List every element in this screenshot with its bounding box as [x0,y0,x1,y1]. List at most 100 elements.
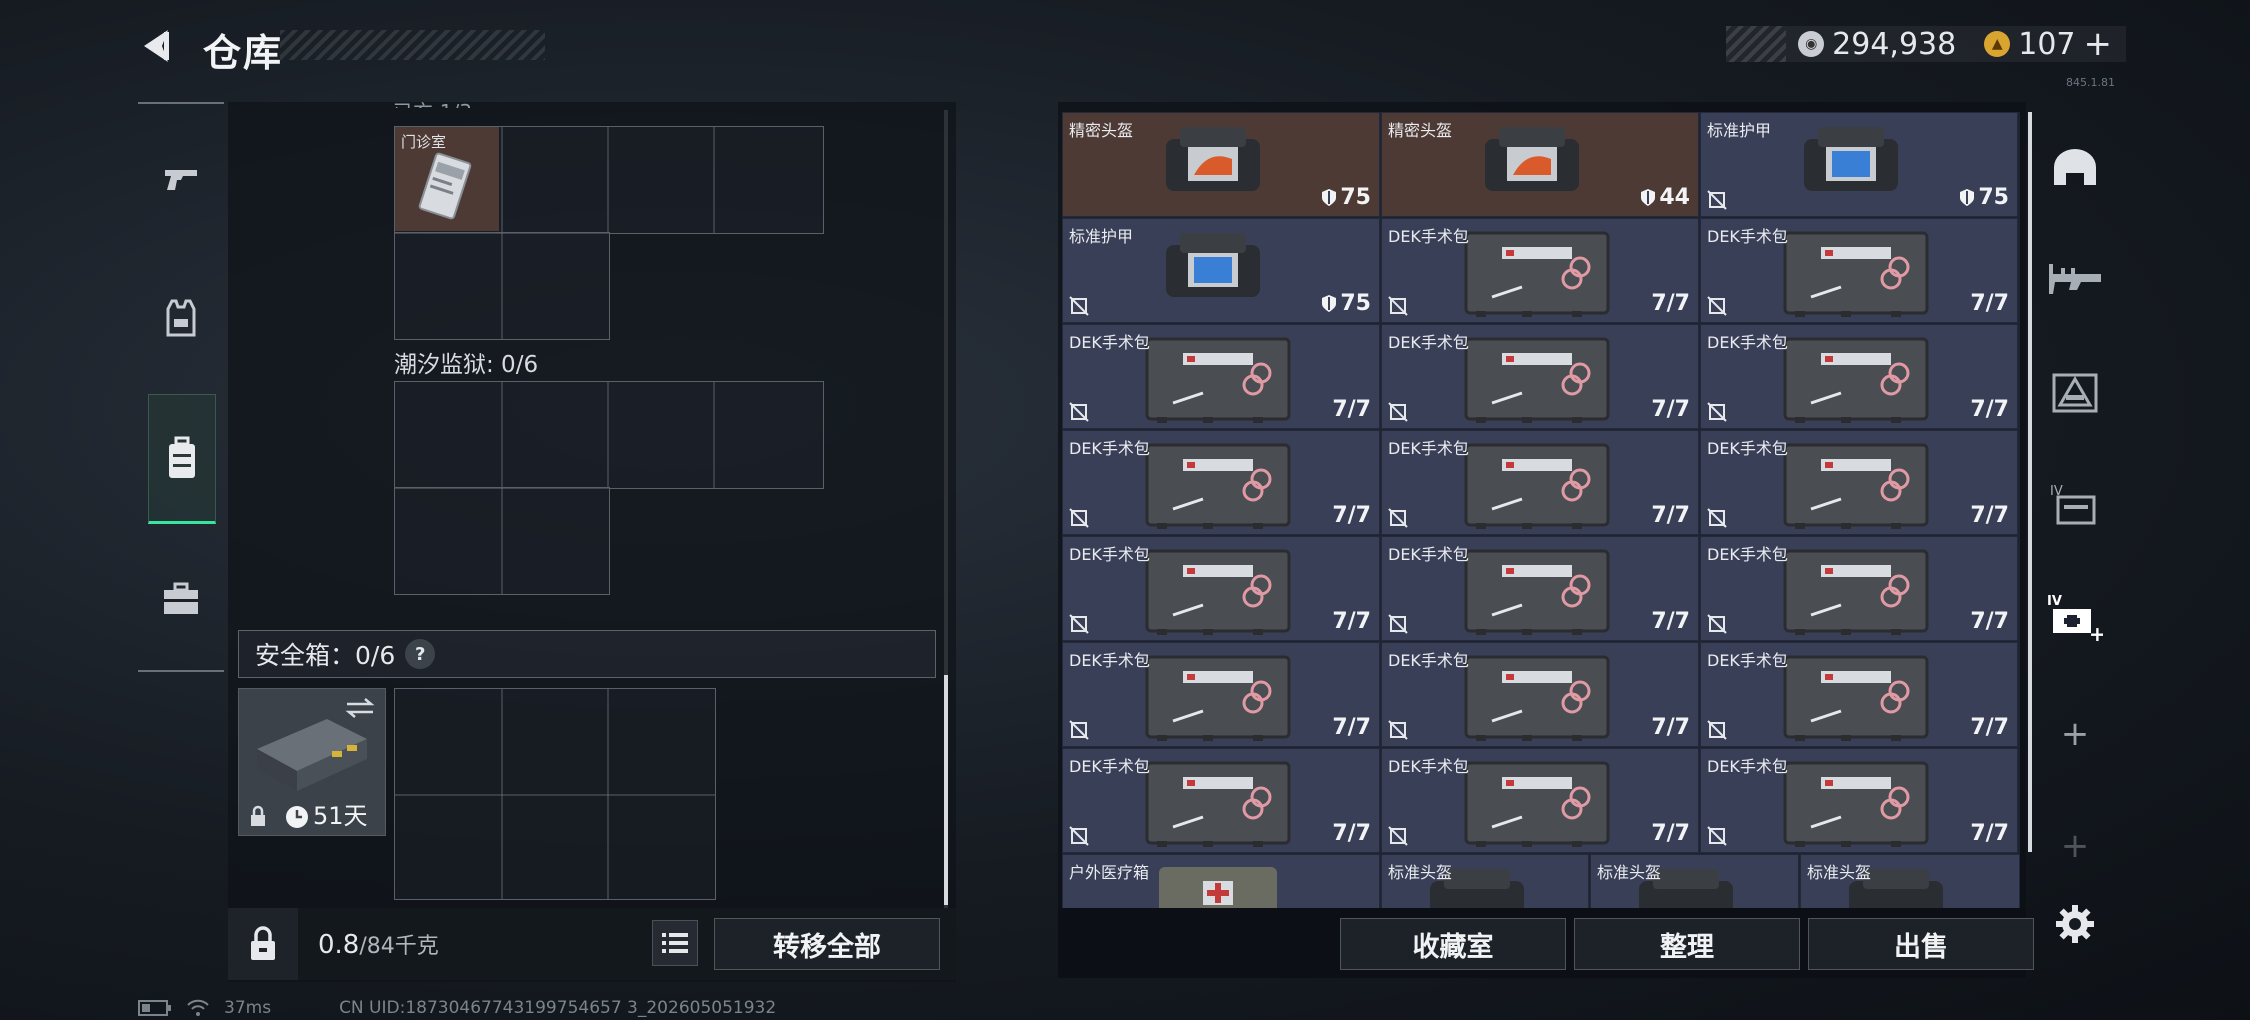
sort-button[interactable]: 整理 [1574,918,1800,970]
lock-button[interactable] [228,908,298,980]
inventory-item-kit[interactable]: DEK手术包 7/7 [1062,642,1380,747]
item-name: DEK手术包 [1388,545,1469,564]
no-trade-icon [1707,508,1727,528]
inventory-item-kit[interactable]: DEK手术包 7/7 [1381,642,1699,747]
item-count: 7/7 [1332,397,1371,422]
item-count: 75 [1978,185,2009,210]
left-scrollbar-thumb[interactable] [944,675,948,905]
item-name: 标准头盔 [1388,863,1453,882]
item-name: DEK手术包 [1069,651,1150,670]
grid-1-bottom[interactable] [394,232,610,340]
inventory-item-kit[interactable]: DEK手术包 7/7 [1700,430,2018,535]
item-count: 44 [1659,185,1690,210]
nav-toolbox[interactable] [138,534,224,664]
safe-help-button[interactable]: ? [405,639,436,669]
warehouse-scrollbar[interactable] [2028,112,2032,852]
item-count: 7/7 [1332,503,1371,528]
filter-armor[interactable] [2040,342,2110,442]
inventory-item-armor[interactable]: 标准护甲 75 [1700,112,2018,217]
item-count: 7/7 [1970,503,2009,528]
kit-icon [1781,227,1931,322]
inventory-item-kit[interactable]: DEK手术包 7/7 [1700,324,2018,429]
medkit-slot-icon: IV + [2047,594,2103,641]
nav-backpack[interactable] [148,394,216,524]
item-name: 精密头盔 [1388,121,1453,140]
armor-icon [1158,225,1268,309]
weight-display: 0.8/84千克 [318,928,439,960]
inventory-item-kit[interactable]: DEK手术包 7/7 [1381,536,1699,641]
inventory-item-kit[interactable]: DEK手术包 7/7 [1062,748,1380,853]
filter-rifle[interactable] [2040,230,2110,330]
safe-grid[interactable] [394,688,716,900]
clinic-keycard-item[interactable]: 门诊室 [395,127,499,231]
durability-shield-icon [1321,188,1337,207]
inventory-item-kit[interactable]: DEK手术包 7/7 [1062,536,1380,641]
kit-icon [1143,545,1293,640]
inventory-item-standard-helmet[interactable]: 标准头盔 [1800,854,2020,908]
durability-shield-icon [1640,188,1656,207]
transfer-all-button[interactable]: 转移全部 [714,918,940,970]
nav-armor[interactable] [138,254,224,384]
armor-slot-icon [2052,373,2098,413]
swap-icon[interactable] [345,697,375,719]
inventory-item-kit[interactable]: DEK手术包 7/7 [1381,218,1699,323]
filter-backpack[interactable]: IV [2040,454,2110,554]
rifle-slot-icon [2049,264,2101,294]
list-view-button[interactable] [652,920,698,966]
inventory-item-helmet[interactable]: 精密头盔 75 [1062,112,1380,217]
inventory-item-kit[interactable]: DEK手术包 7/7 [1381,324,1699,429]
clock-icon [286,806,308,828]
helmet-icon [1158,119,1268,203]
inventory-item-kit[interactable]: DEK手术包 7/7 [1700,642,2018,747]
collection-room-button[interactable]: 收藏室 [1340,918,1566,970]
battery-icon [138,1000,171,1016]
item-name: DEK手术包 [1388,227,1469,246]
filter-helmet[interactable] [2040,118,2110,218]
inventory-item-standard-helmet[interactable]: 标准头盔 [1381,854,1589,908]
item-name: DEK手术包 [1069,757,1150,776]
nav-weapon[interactable] [138,114,224,244]
item-count: 7/7 [1970,609,2009,634]
inventory-item-kit[interactable]: DEK手术包 7/7 [1381,748,1699,853]
inventory-item-armor[interactable]: 标准护甲 75 [1062,218,1380,323]
kit-icon [1462,651,1612,746]
inventory-item-standard-helmet[interactable]: 标准头盔 [1590,854,1799,908]
silver-amount: 294,938 [1832,26,1957,62]
kit-icon [1462,757,1612,852]
grid-2-bottom[interactable] [394,487,610,595]
kit-icon [1462,227,1612,322]
durability-shield-icon [1321,294,1337,313]
category-nav [138,102,224,672]
gold-amount: 107 [2018,26,2076,62]
inventory-item-kit[interactable]: DEK手术包 7/7 [1700,218,2018,323]
inventory-item-kit[interactable]: DEK手术包 7/7 [1700,536,2018,641]
safe-case-slot[interactable]: 51天 [238,688,386,836]
no-trade-icon [1707,720,1727,740]
currency-bar: ◉ 294,938 ▲ 107 + [1726,24,2126,64]
inventory-item-outdoor-medkit[interactable]: 户外医疗箱 [1062,854,1380,908]
item-name: DEK手术包 [1707,227,1788,246]
inventory-item-kit[interactable]: DEK手术包 7/7 [1381,430,1699,535]
item-count: 7/7 [1970,397,2009,422]
item-count: 7/7 [1332,609,1371,634]
inventory-item-kit[interactable]: DEK手术包 7/7 [1062,324,1380,429]
back-button[interactable] [138,26,178,66]
add-gold-button[interactable]: + [2084,24,2113,64]
safe-box-grid [394,688,716,900]
add-filter-button[interactable]: + [2040,684,2110,784]
sell-button[interactable]: 出售 [1808,918,2034,970]
filter-medkit[interactable]: IV + [2040,566,2110,666]
item-name: DEK手术包 [1388,651,1469,670]
item-count: 75 [1340,185,1371,210]
no-trade-icon [1388,826,1408,846]
grid-2-top[interactable] [394,381,824,489]
inventory-item-kit[interactable]: DEK手术包 7/7 [1062,430,1380,535]
no-trade-icon [1388,720,1408,740]
kit-icon [1781,651,1931,746]
inventory-item-helmet[interactable]: 精密头盔 44 [1381,112,1699,217]
item-name: DEK手术包 [1069,333,1150,352]
item-name: DEK手术包 [1707,651,1788,670]
settings-button[interactable] [2040,874,2110,974]
no-trade-icon [1707,402,1727,422]
inventory-item-kit[interactable]: DEK手术包 7/7 [1700,748,2018,853]
